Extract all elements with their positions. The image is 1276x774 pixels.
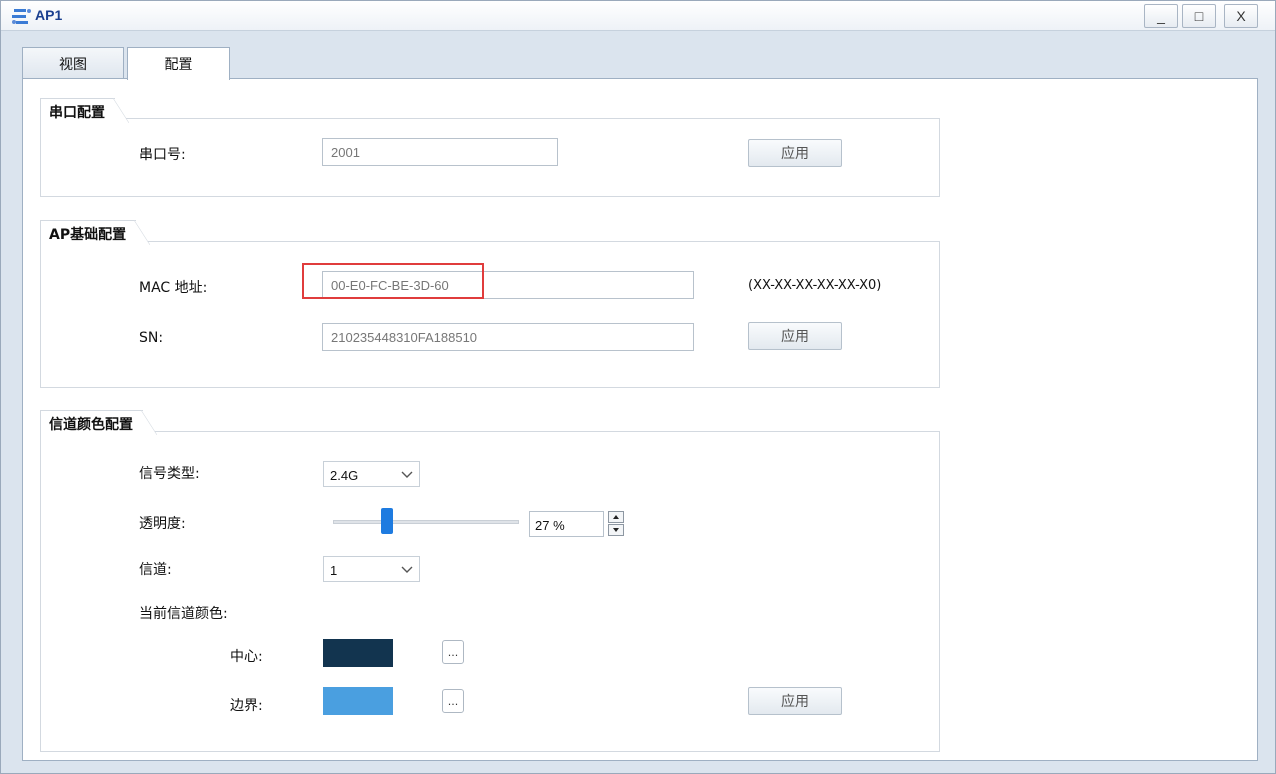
channel-value: 1 xyxy=(330,563,338,578)
opacity-value-input[interactable]: 27 % xyxy=(529,511,604,537)
channel-label: 信道: xyxy=(139,562,172,578)
tab-config-label: 配置 xyxy=(164,57,193,73)
ellipsis-icon: ... xyxy=(447,695,459,708)
app-window: AP1 _ □ X 视图 配置 串口配置 串口号: 2001 应用 AP基础配置… xyxy=(0,0,1276,774)
border-color-label: 边界: xyxy=(230,698,263,714)
channel-color-apply-button[interactable]: 应用 xyxy=(748,687,842,715)
minimize-icon: _ xyxy=(1157,8,1165,24)
border-color-picker-button[interactable]: ... xyxy=(442,689,464,713)
border-color-swatch xyxy=(323,687,393,715)
mac-format-hint: (XX-XX-XX-XX-XX-X0) xyxy=(748,278,882,293)
channel-color-group-title: 信道颜色配置 xyxy=(40,410,157,435)
chevron-down-icon xyxy=(401,471,413,478)
center-color-picker-button[interactable]: ... xyxy=(442,640,464,664)
tab-view-label: 视图 xyxy=(59,56,87,73)
mac-highlight-box xyxy=(302,263,484,299)
center-color-label: 中心: xyxy=(230,649,263,665)
opacity-decrement-button[interactable] xyxy=(608,524,624,536)
sn-input[interactable]: 210235448310FA188510 xyxy=(322,323,694,351)
minimize-button[interactable]: _ xyxy=(1144,4,1178,28)
serial-port-label: 串口号: xyxy=(139,147,186,163)
signal-type-label: 信号类型: xyxy=(139,466,200,482)
opacity-slider-track[interactable] xyxy=(333,520,519,524)
serial-apply-button[interactable]: 应用 xyxy=(748,139,842,167)
close-icon: X xyxy=(1236,8,1246,24)
opacity-slider-thumb[interactable] xyxy=(381,508,394,534)
ap-basic-config-group: AP基础配置 MAC 地址: 00-E0-FC-BE-3D-60 (XX-XX-… xyxy=(40,220,940,388)
ellipsis-icon: ... xyxy=(447,646,459,659)
mac-address-label: MAC 地址: xyxy=(139,280,208,296)
opacity-increment-button[interactable] xyxy=(608,511,624,523)
channel-color-apply-label: 应用 xyxy=(781,694,809,710)
arrow-up-icon xyxy=(613,515,619,519)
serial-group-title: 串口配置 xyxy=(40,98,129,123)
ap-basic-group-box xyxy=(40,241,940,388)
config-panel: 串口配置 串口号: 2001 应用 AP基础配置 MAC 地址: 00-E0-F… xyxy=(22,78,1258,761)
close-button[interactable]: X xyxy=(1224,4,1258,28)
center-color-swatch xyxy=(323,639,393,667)
ap-basic-apply-label: 应用 xyxy=(781,329,809,345)
arrow-down-icon xyxy=(613,528,619,532)
channel-color-config-group: 信道颜色配置 信号类型: 2.4G 透明度: 27 % 信道: 1 当前信道颜色… xyxy=(40,410,940,753)
signal-type-value: 2.4G xyxy=(330,468,359,483)
serial-port-input[interactable]: 2001 xyxy=(322,138,558,166)
maximize-button[interactable]: □ xyxy=(1182,4,1216,28)
window-title: AP1 xyxy=(35,7,63,23)
serial-config-group: 串口配置 串口号: 2001 应用 xyxy=(40,98,940,198)
tab-view[interactable]: 视图 xyxy=(22,47,124,79)
ap-device-icon xyxy=(12,9,31,24)
title-bar[interactable]: AP1 _ □ X xyxy=(1,1,1275,31)
serial-apply-label: 应用 xyxy=(781,146,809,162)
channel-select[interactable]: 1 xyxy=(323,556,420,582)
tab-config[interactable]: 配置 xyxy=(127,47,230,80)
ap-basic-group-title: AP基础配置 xyxy=(40,220,151,245)
ap-basic-apply-button[interactable]: 应用 xyxy=(748,322,842,350)
current-channel-color-label: 当前信道颜色: xyxy=(139,606,228,622)
maximize-icon: □ xyxy=(1194,8,1204,24)
opacity-label: 透明度: xyxy=(139,516,186,532)
sn-label: SN: xyxy=(139,330,164,346)
chevron-down-icon xyxy=(401,566,413,573)
signal-type-select[interactable]: 2.4G xyxy=(323,461,420,487)
